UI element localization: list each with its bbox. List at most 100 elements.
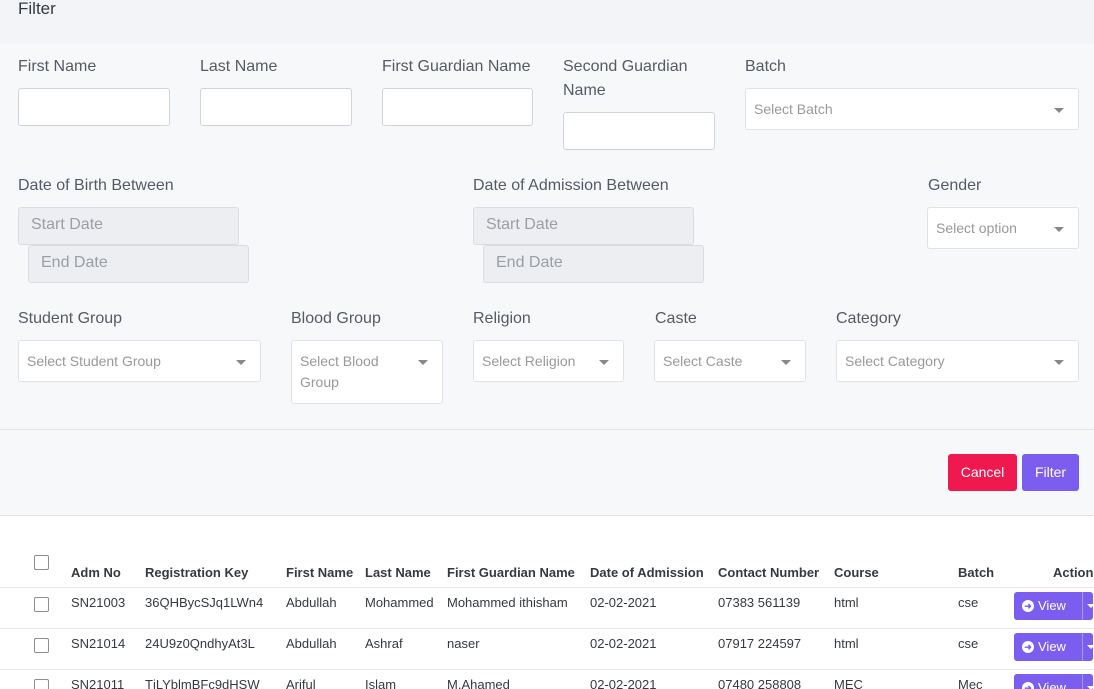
table-header: Adm No Registration Key First Name Last … <box>0 552 1094 588</box>
table-row: SN21011 TjLYblmBFc9dHSW Ariful Islam M.A… <box>0 670 1094 689</box>
row-checkbox[interactable] <box>34 597 49 612</box>
blood-group-select[interactable]: Select Blood Group <box>291 340 443 404</box>
cell-first-guardian: Mohammed ithisham <box>447 595 568 610</box>
cell-date-of-admission: 02-02-2021 <box>590 677 657 689</box>
blood-group-label: Blood Group <box>291 310 381 327</box>
cell-course: html <box>834 595 859 610</box>
gender-label: Gender <box>928 177 982 194</box>
category-label: Category <box>836 310 901 327</box>
gender-select[interactable]: Select option <box>927 207 1079 249</box>
cell-last-name: Islam <box>365 677 397 689</box>
filter-title: Filter <box>18 0 56 18</box>
cell-contact-number: 07480 258808 <box>718 677 802 689</box>
cell-first-guardian: M.Ahamed <box>447 677 510 689</box>
cell-adm-no: SN21014 <box>71 636 126 651</box>
col-course[interactable]: Course <box>834 565 879 580</box>
category-select[interactable]: Select Category <box>836 340 1079 382</box>
last-name-label: Last Name <box>200 58 278 75</box>
gender-placeholder: Select option <box>936 220 1017 236</box>
col-first-guardian[interactable]: First Guardian Name <box>447 565 575 580</box>
col-registration-key[interactable]: Registration Key <box>145 565 248 580</box>
blood-group-placeholder-cont: Group <box>300 374 339 390</box>
first-name-label: First Name <box>18 58 97 75</box>
second-guardian-input[interactable] <box>563 112 715 150</box>
cell-first-name: Abdullah <box>286 595 337 610</box>
religion-label: Religion <box>473 310 531 327</box>
category-placeholder: Select Category <box>845 353 945 369</box>
dob-label: Date of Birth Between <box>18 177 174 194</box>
cell-batch: Mec <box>958 677 983 689</box>
blood-group-placeholder: Select Blood <box>300 353 379 369</box>
caste-placeholder: Select Caste <box>663 353 743 369</box>
cell-batch: cse <box>958 636 979 651</box>
religion-select[interactable]: Select Religion <box>473 340 624 382</box>
cell-adm-no: SN21003 <box>71 595 126 610</box>
select-all-checkbox[interactable] <box>34 555 49 570</box>
filter-button[interactable]: Filter <box>1022 454 1079 491</box>
chevron-down-icon <box>418 360 428 365</box>
col-first-name[interactable]: First Name <box>286 565 353 580</box>
first-guardian-input[interactable] <box>382 88 533 126</box>
cancel-button[interactable]: Cancel <box>948 454 1017 491</box>
col-last-name[interactable]: Last Name <box>365 565 431 580</box>
religion-placeholder: Select Religion <box>482 353 576 369</box>
cell-registration-key: 36QHBycSJq1LWn4 <box>145 595 264 610</box>
second-guardian-label-cont: Name <box>563 82 606 99</box>
chevron-down-icon <box>1054 108 1064 113</box>
split-divider <box>1082 633 1083 661</box>
doa-start-input[interactable]: Start Date <box>473 207 694 245</box>
col-contact-number[interactable]: Contact Number <box>718 565 819 580</box>
chevron-down-icon <box>236 360 246 365</box>
last-name-input[interactable] <box>200 88 352 126</box>
dob-end-input[interactable]: End Date <box>28 245 249 283</box>
table-row: SN21014 24U9z0QndhyAt3L Abdullah Ashraf … <box>0 629 1094 670</box>
cell-registration-key: TjLYblmBFc9dHSW <box>145 677 260 689</box>
cell-first-name: Abdullah <box>286 636 337 651</box>
cell-registration-key: 24U9z0QndhyAt3L <box>145 636 255 651</box>
view-button[interactable]: ➜ View <box>1014 633 1094 661</box>
doa-label: Date of Admission Between <box>473 177 669 194</box>
arrow-circle-right-icon: ➜ <box>1022 641 1034 653</box>
filter-divider <box>0 429 1094 430</box>
col-date-of-admission[interactable]: Date of Admission <box>590 565 704 580</box>
arrow-circle-right-icon: ➜ <box>1022 600 1034 612</box>
view-label: View <box>1038 680 1066 689</box>
cell-date-of-admission: 02-02-2021 <box>590 636 657 651</box>
batch-placeholder: Select Batch <box>754 101 833 117</box>
first-name-input[interactable] <box>18 88 170 126</box>
doa-end-input[interactable]: End Date <box>483 245 704 283</box>
arrow-circle-right-icon: ➜ <box>1022 682 1034 689</box>
batch-label: Batch <box>745 58 786 75</box>
row-checkbox[interactable] <box>34 638 49 653</box>
view-button[interactable]: ➜ View <box>1014 592 1094 620</box>
col-action: Action <box>1053 565 1094 580</box>
caret-down-icon[interactable] <box>1087 604 1094 608</box>
view-button[interactable]: ➜ View <box>1014 674 1094 689</box>
view-label: View <box>1038 639 1066 654</box>
cell-first-name: Ariful <box>286 677 316 689</box>
caste-label: Caste <box>655 310 697 327</box>
split-divider <box>1082 592 1083 620</box>
cell-first-guardian: naser <box>447 636 480 651</box>
student-group-select[interactable]: Select Student Group <box>18 340 261 382</box>
col-adm-no[interactable]: Adm No <box>71 565 121 580</box>
filter-header: Filter <box>0 0 1094 44</box>
view-label: View <box>1038 598 1066 613</box>
batch-select[interactable]: Select Batch <box>745 88 1079 130</box>
cell-last-name: Mohammed <box>365 595 434 610</box>
cell-contact-number: 07917 224597 <box>718 636 802 651</box>
cell-contact-number: 07383 561139 <box>718 595 801 610</box>
dob-start-input[interactable]: Start Date <box>18 207 239 245</box>
cell-batch: cse <box>958 595 979 610</box>
row-checkbox[interactable] <box>34 679 49 689</box>
chevron-down-icon <box>599 360 609 365</box>
second-guardian-label: Second Guardian <box>563 58 688 75</box>
student-group-label: Student Group <box>18 310 123 327</box>
caste-select[interactable]: Select Caste <box>654 340 806 382</box>
cell-last-name: Ashraf <box>365 636 403 651</box>
student-group-placeholder: Select Student Group <box>27 353 161 369</box>
caret-down-icon[interactable] <box>1087 645 1094 649</box>
cell-course: MEC <box>834 677 863 689</box>
col-batch[interactable]: Batch <box>958 565 994 580</box>
filter-panel: Filter First Name Last Name First Guardi… <box>0 0 1094 516</box>
